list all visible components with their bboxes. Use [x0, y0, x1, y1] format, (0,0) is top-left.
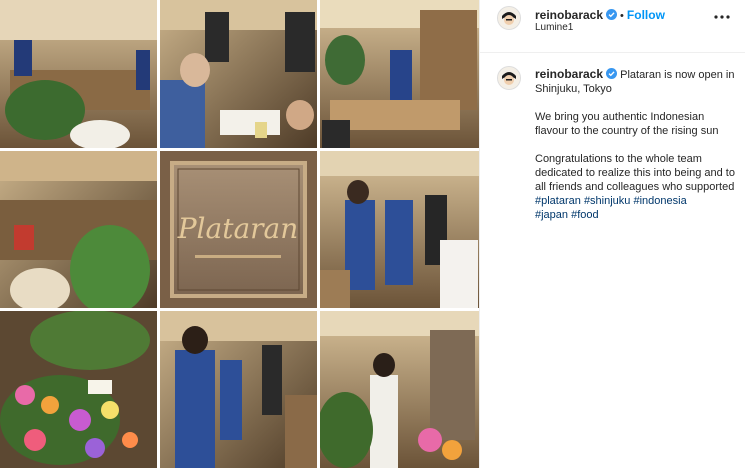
more-options-icon[interactable] — [712, 10, 732, 24]
photo-tile-3 — [320, 0, 479, 148]
separator-dot: • — [620, 10, 624, 22]
photo-tile-6 — [320, 151, 479, 308]
avatar-illustration — [498, 67, 520, 89]
caption-line-1: reinobarack Plataran is now open in Shin… — [535, 67, 735, 96]
sign-text: Plataran — [177, 212, 299, 245]
hashtag-row-2: #japan #food — [535, 208, 735, 222]
post-side-panel: reinobarack • Follow Lumine1 reinobarack P… — [479, 0, 745, 468]
post-photo-collage[interactable]: Plataran — [0, 0, 479, 468]
hashtag-indonesia[interactable]: #indonesia — [633, 195, 686, 207]
location-link[interactable]: Lumine1 — [535, 22, 573, 33]
caption-text-2: We bring you authentic Indonesian flavou… — [535, 111, 719, 137]
post-header: reinobarack • Follow Lumine1 — [480, 0, 745, 53]
avatar-illustration — [498, 7, 520, 29]
username[interactable]: reinobarack — [535, 8, 603, 22]
follow-button[interactable]: Follow — [627, 8, 665, 22]
avatar[interactable] — [497, 6, 521, 30]
photo-tile-7-flowers — [0, 310, 157, 468]
hashtag-japan[interactable]: #japan — [535, 209, 568, 221]
verified-badge-icon — [606, 9, 618, 20]
photo-tile-2 — [160, 0, 317, 148]
photo-tile-9 — [317, 311, 479, 468]
hashtag-food[interactable]: #food — [571, 209, 599, 221]
caption-username[interactable]: reinobarack — [535, 67, 603, 81]
caption-avatar[interactable] — [497, 66, 521, 90]
collage-svg: Plataran — [0, 0, 479, 468]
photo-tile-8 — [160, 311, 317, 468]
verified-badge-icon — [606, 68, 618, 79]
photo-tile-4 — [0, 151, 157, 315]
photo-tile-1 — [0, 0, 157, 150]
hashtag-shinjuku[interactable]: #shinjuku — [584, 195, 630, 207]
post-caption: reinobarack Plataran is now open in Shin… — [535, 67, 735, 222]
hashtag-row-1: #plataran #shinjuku #indonesia — [535, 194, 735, 208]
instagram-post: Plataran reinobarack • Follow Lumine1 re… — [0, 0, 745, 468]
hashtag-plataran[interactable]: #plataran — [535, 195, 581, 207]
photo-tile-5-plataran-sign: Plataran — [160, 151, 317, 308]
caption-text-3: Congratulations to the whole team dedica… — [535, 153, 735, 193]
